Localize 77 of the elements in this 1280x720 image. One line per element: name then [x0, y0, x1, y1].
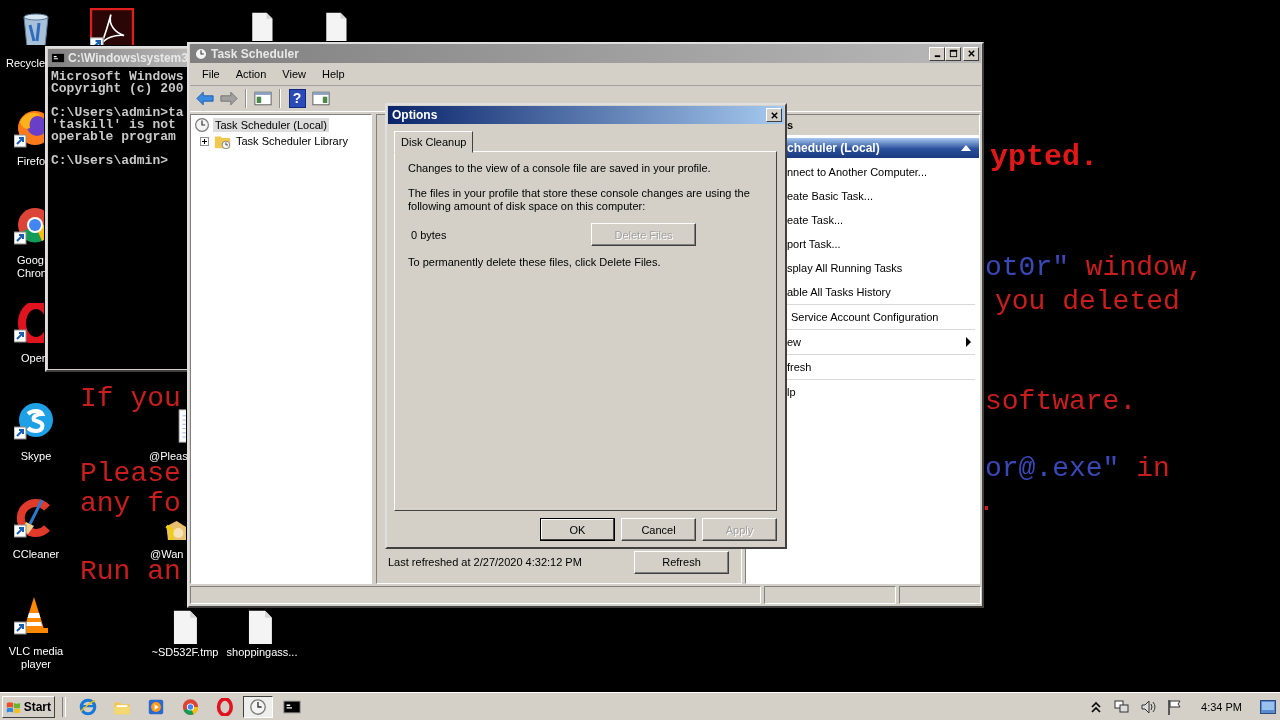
console-line: Copyright (c) 200 [51, 83, 185, 95]
clock-icon [249, 697, 267, 716]
flag-logo-icon [6, 699, 22, 714]
pane-layout-icon [254, 91, 272, 106]
desktop-icon-label[interactable]: Oper [21, 352, 45, 365]
console-line: 'taskill' is not [51, 119, 177, 131]
console-icon [51, 51, 65, 65]
media-player-icon [147, 697, 165, 716]
start-button[interactable]: Start [2, 695, 55, 718]
console-line: Microsoft Windows [51, 71, 185, 83]
pane-command[interactable]: fresh [787, 361, 812, 373]
desktop-icon-label[interactable]: Recycle [6, 57, 46, 70]
dialog-button[interactable]: OK [540, 518, 615, 541]
close-icon [769, 110, 779, 120]
status-text: Last refreshed at 2/27/2020 4:32:12 PM [388, 556, 582, 568]
console-line: C:\Users\admin> [51, 155, 170, 167]
maximize-icon [948, 49, 958, 58]
refresh-button[interactable]: Refresh [634, 550, 729, 574]
description-text: The files in your profile that store these console changes are using the following amount of disk space on this computer: [408, 187, 751, 213]
close-icon [966, 49, 976, 58]
console-line: C:\Users\admin>ta [51, 107, 185, 119]
desktop-icon-label[interactable]: shoppingass... [222, 646, 302, 659]
console-line: operable program [51, 131, 177, 143]
tree-item[interactable]: Task Scheduler (Local) [213, 118, 329, 132]
pane-layout-icon [312, 91, 330, 106]
expand-icon[interactable] [200, 136, 209, 146]
disk-space-value: 0 bytes [411, 228, 447, 241]
pane-command[interactable]: ew [787, 336, 802, 348]
taskbar-clock-button[interactable] [243, 695, 273, 718]
pane-command[interactable]: port Task... [787, 238, 841, 250]
chat-icon[interactable] [14, 400, 54, 440]
left-arrow-icon [196, 91, 214, 106]
desktop-icon-label[interactable]: ~SD532F.tmp [145, 646, 225, 659]
help-button[interactable]: ? [286, 88, 308, 109]
desktop-icon-label[interactable]: Firefo [17, 155, 47, 168]
window-title: Task Scheduler [211, 46, 300, 61]
ring-icon[interactable] [14, 303, 44, 343]
browser-icon [79, 697, 97, 716]
wallpaper-text: Run an [80, 562, 181, 582]
desktop-icon-label[interactable]: CCleaner [0, 548, 72, 561]
tree-item[interactable]: Task Scheduler Library [234, 134, 350, 148]
menu-item[interactable]: Action [227, 68, 275, 80]
menu-item[interactable]: View [274, 68, 314, 80]
tab[interactable]: Disk Cleanup [394, 131, 474, 153]
desktop-icon-label[interactable]: @Pleas [149, 450, 185, 463]
pane-command[interactable]: able All Tasks History [787, 286, 891, 298]
pdf-icon[interactable] [90, 8, 134, 45]
dialog-button[interactable]: Cancel [621, 518, 696, 541]
pane-command[interactable]: eate Task... [787, 214, 844, 226]
ring-icon [215, 697, 233, 716]
clock-icon [194, 46, 208, 61]
network-icon[interactable] [1114, 698, 1131, 715]
description-text: Changes to the view of a console file are saved in your profile. [408, 162, 712, 175]
window-title: C:\Windows\system3 [68, 51, 188, 65]
pane-command[interactable]: lp [787, 386, 796, 398]
pane-command[interactable]: splay All Running Tasks [787, 262, 903, 274]
show-desktop-icon[interactable] [1260, 699, 1276, 714]
pane-command[interactable]: nnect to Another Computer... [787, 166, 928, 178]
desktop-icon-label[interactable]: @Wan [150, 548, 186, 561]
submenu-arrow-icon [966, 337, 971, 347]
close-button[interactable] [766, 108, 782, 122]
menu-item[interactable]: Help [313, 68, 353, 80]
clock-time[interactable]: 4:34 PM [1201, 700, 1242, 713]
clock-icon [194, 117, 210, 133]
dialog-title: Options [392, 108, 439, 122]
menu-item[interactable]: File [194, 68, 228, 80]
speaker-icon[interactable] [1140, 698, 1157, 715]
pane-command[interactable]: eate Basic Task... [787, 190, 873, 202]
instruction-text: To permanently delete these files, click Delete Files. [408, 256, 662, 269]
browser-icon [181, 697, 199, 716]
flag-icon[interactable] [1166, 698, 1183, 715]
desktop-icon-label[interactable]: VLC media player [0, 645, 72, 671]
desktop-icon-label[interactable]: Skype [0, 450, 72, 463]
wallpaper-text: . [978, 493, 995, 513]
pane-command[interactable]: Service Account Configuration [791, 311, 939, 323]
collapse-arrow-icon[interactable] [961, 145, 971, 151]
right-arrow-icon [220, 91, 238, 106]
